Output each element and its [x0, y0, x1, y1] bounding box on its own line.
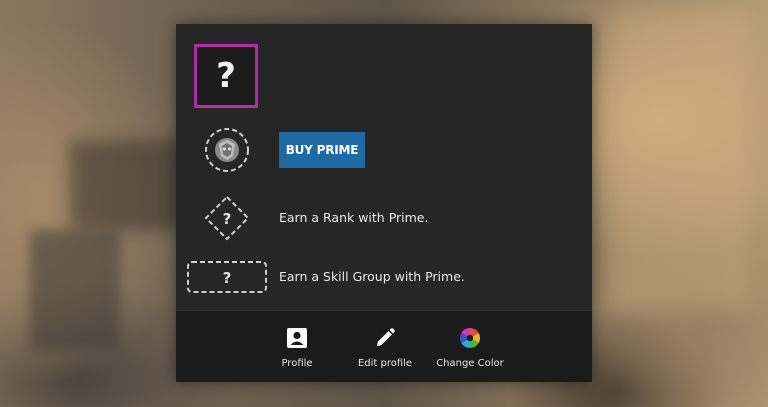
background-door — [30, 230, 120, 350]
color-wheel-icon — [458, 326, 482, 350]
profile-footer: Profile Edit profile Change Color — [176, 310, 592, 382]
edit-pencil-icon — [373, 326, 397, 350]
profile-icon — [285, 326, 309, 350]
profile-rows: ? BUY PRIME ? Earn a Rank with Prime. ? … — [176, 24, 592, 310]
profile-button[interactable]: Profile — [272, 311, 322, 383]
background-pillar — [610, 10, 750, 310]
skill-group-message: Earn a Skill Group with Prime. — [279, 269, 465, 284]
skill-group-unknown-icon: ? — [186, 260, 268, 294]
edit-profile-button[interactable]: Edit profile — [352, 311, 418, 383]
prime-badge-icon — [203, 126, 251, 174]
profile-panel: ? BUY PRIME ? Earn a Rank with Prime. ? … — [176, 24, 592, 382]
avatar[interactable]: ? — [194, 44, 258, 108]
skill-group-glyph: ? — [223, 269, 232, 287]
profile-label: Profile — [281, 357, 313, 369]
game-scene: ? BUY PRIME ? Earn a Rank with Prime. ? … — [0, 0, 768, 407]
rank-unknown-icon: ? — [203, 194, 251, 242]
background-arch — [70, 140, 190, 230]
change-color-button[interactable]: Change Color — [434, 311, 506, 383]
edit-profile-label: Edit profile — [357, 357, 413, 369]
buy-prime-button[interactable]: BUY PRIME — [279, 132, 365, 168]
rank-glyph: ? — [223, 210, 232, 228]
rank-message: Earn a Rank with Prime. — [279, 210, 429, 225]
change-color-label: Change Color — [436, 357, 504, 369]
avatar-placeholder-glyph: ? — [216, 56, 236, 96]
